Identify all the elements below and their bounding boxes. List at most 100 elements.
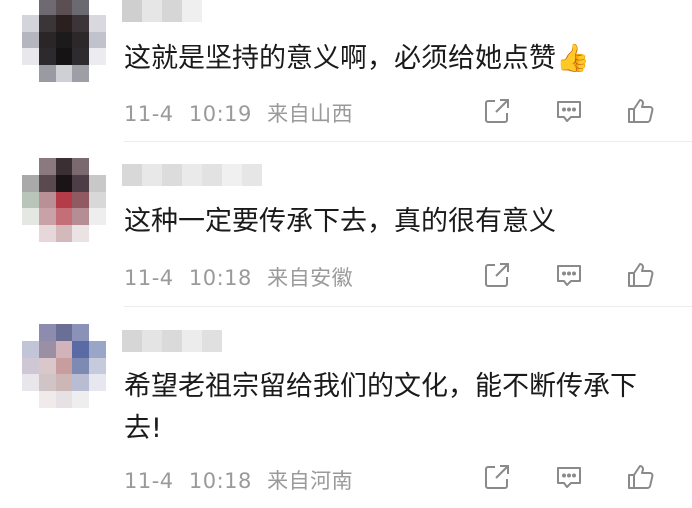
comment-text: 这就是坚持的意义啊，必须给她点赞👍 (124, 43, 590, 74)
username-mosaic-tile (242, 164, 262, 186)
share-icon (485, 465, 509, 489)
avatar-mosaic-tile (72, 357, 90, 375)
share-button[interactable] (482, 462, 512, 492)
avatar-mosaic-tile (89, 340, 106, 358)
avatar-mosaic-tile (38, 0, 56, 15)
avatar-mosaic-tile (72, 391, 90, 408)
avatar-mosaic-tile (22, 324, 39, 341)
comment-meta: 11-4 10:19 来自山西 (124, 98, 353, 128)
avatar-mosaic-tile (89, 48, 106, 66)
comment-location: 来自山西 (267, 102, 354, 126)
avatar-mosaic-tile (89, 208, 106, 226)
avatar-mosaic-tile (38, 31, 56, 49)
username-blurred[interactable] (122, 164, 262, 186)
avatar-mosaic-tile (72, 31, 90, 49)
avatar-mosaic-tile (55, 374, 73, 392)
avatar-mosaic-tile (38, 374, 56, 392)
avatar-mosaic-tile (38, 158, 56, 175)
comment-date: 11-4 (124, 102, 174, 126)
like-icon (628, 99, 654, 123)
avatar-mosaic-tile (89, 225, 106, 242)
avatar-mosaic-tile (22, 14, 39, 32)
avatar-mosaic-tile (38, 391, 56, 408)
comment-location: 来自安徽 (267, 266, 354, 290)
avatar-mosaic-tile (72, 48, 90, 66)
username-mosaic-tile (142, 330, 162, 352)
avatar-mosaic-tile (22, 31, 39, 49)
avatar-mosaic-tile (55, 357, 73, 375)
username-blurred[interactable] (122, 0, 202, 22)
username-mosaic-tile (162, 330, 182, 352)
share-button[interactable] (482, 96, 512, 126)
comment-location: 来自河南 (267, 469, 354, 493)
avatar-mosaic-tile (55, 391, 73, 408)
avatar-mosaic-tile (89, 357, 106, 375)
username-blurred[interactable] (122, 330, 222, 352)
avatar-mosaic-tile (22, 391, 39, 408)
avatar-mosaic-tile (38, 225, 56, 242)
avatar-mosaic-tile (38, 357, 56, 375)
avatar-mosaic-tile (72, 14, 90, 32)
comment-text: 这种一定要传承下去，真的很有意义 (124, 206, 556, 237)
username-mosaic-tile (142, 164, 162, 186)
comment-date: 11-4 (124, 266, 174, 290)
share-icon (485, 263, 509, 287)
avatar-mosaic-tile (38, 324, 56, 341)
comment-actions (482, 462, 656, 492)
avatar-mosaic-tile (22, 340, 39, 358)
avatar-mosaic-tile (72, 340, 90, 358)
share-icon (485, 99, 509, 123)
avatar-mosaic-tile (89, 324, 106, 341)
avatar-mosaic-tile (55, 31, 73, 49)
username-mosaic-tile (202, 330, 222, 352)
comment-date: 11-4 (124, 469, 174, 493)
comment-meta: 11-4 10:18 来自河南 (124, 465, 353, 495)
avatar-mosaic-tile (72, 0, 90, 15)
like-button[interactable] (626, 96, 656, 126)
avatar-mosaic-tile (22, 65, 39, 82)
avatar-mosaic-tile (22, 174, 39, 192)
username-mosaic-tile (222, 164, 242, 186)
share-button[interactable] (482, 260, 512, 290)
username-mosaic-tile (182, 330, 202, 352)
like-button[interactable] (626, 260, 656, 290)
avatar-mosaic-tile (38, 208, 56, 226)
comment-time: 10:18 (188, 469, 252, 493)
avatar-mosaic-tile (72, 374, 90, 392)
avatar-mosaic-tile (22, 158, 39, 175)
avatar[interactable] (22, 158, 106, 242)
avatar-mosaic-tile (55, 191, 73, 209)
avatar[interactable] (22, 324, 106, 408)
avatar-mosaic-tile (22, 208, 39, 226)
avatar-mosaic-tile (89, 65, 106, 82)
comment-icon (557, 101, 581, 122)
username-mosaic-tile (182, 0, 202, 22)
avatar-mosaic-tile (89, 174, 106, 192)
comment-time: 10:18 (188, 266, 252, 290)
avatar-mosaic-tile (38, 14, 56, 32)
avatar-mosaic-tile (38, 340, 56, 358)
avatar-mosaic-tile (89, 14, 106, 32)
avatar-mosaic-tile (55, 48, 73, 66)
avatar-mosaic-tile (55, 324, 73, 341)
avatar-mosaic-tile (55, 174, 73, 192)
username-mosaic-tile (182, 164, 202, 186)
divider (124, 141, 692, 142)
username-mosaic-tile (122, 330, 142, 352)
comment-time: 10:19 (188, 102, 252, 126)
comment-text: 希望老祖宗留给我们的文化，能不断传承下去! (124, 371, 637, 444)
username-mosaic-tile (162, 0, 182, 22)
comment-icon (557, 467, 581, 488)
reply-button[interactable] (554, 462, 584, 492)
avatar-mosaic-tile (72, 225, 90, 242)
avatar-mosaic-tile (55, 158, 73, 175)
avatar-mosaic-tile (72, 324, 90, 341)
comment-icon (557, 265, 581, 286)
avatar-mosaic-tile (72, 158, 90, 175)
avatar[interactable] (22, 0, 106, 82)
reply-button[interactable] (554, 96, 584, 126)
avatar-mosaic-tile (38, 191, 56, 209)
avatar-mosaic-tile (72, 191, 90, 209)
reply-button[interactable] (554, 260, 584, 290)
like-button[interactable] (626, 462, 656, 492)
